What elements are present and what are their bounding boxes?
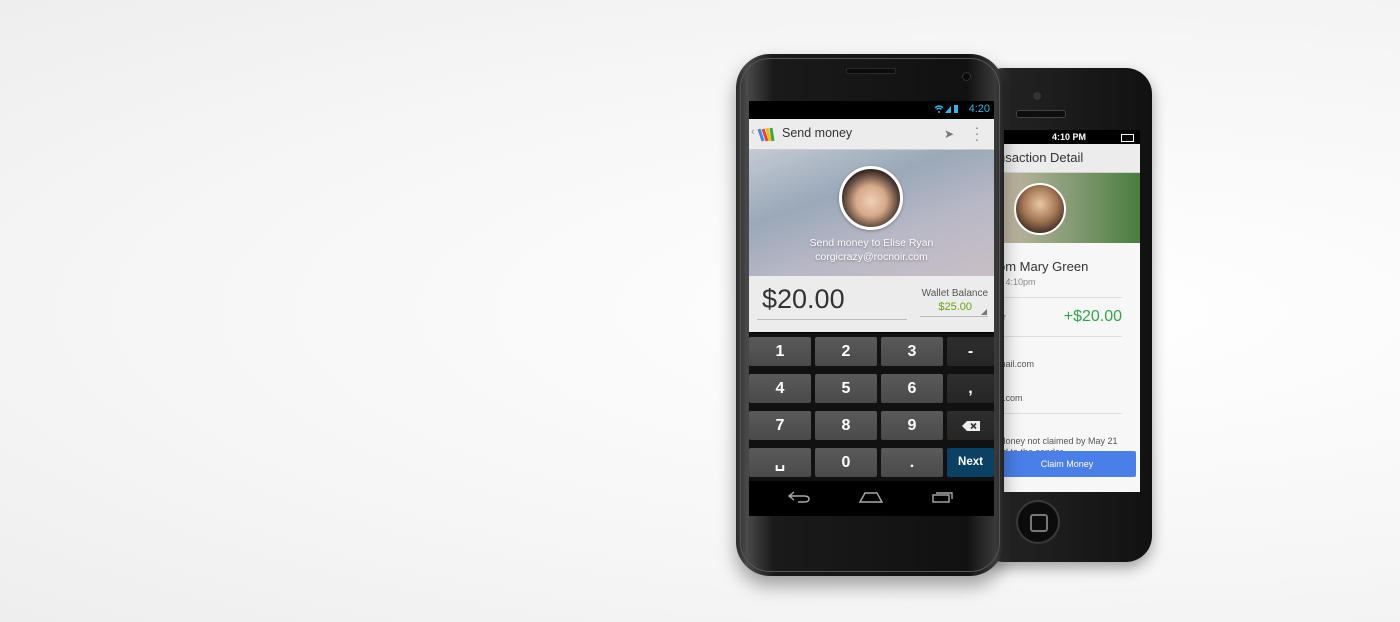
key-1[interactable]: 1 [749,337,811,366]
wallet-logo-icon [757,127,775,142]
nexus-device: 4:20 ‹ Send money ➤ · · · Send money to El… [736,54,1004,576]
home-button[interactable] [1016,500,1060,544]
backspace-icon [961,421,980,431]
key-9[interactable]: 9 [881,411,943,440]
amount-input[interactable]: $20.00 [762,284,845,315]
page-title: nsaction Detail [998,144,1140,173]
status-time: 4:20 [968,103,990,115]
avatar [839,166,903,230]
key-4[interactable]: 4 [749,374,811,403]
next-button[interactable]: Next [947,448,994,477]
back-icon[interactable] [779,490,819,507]
iphone-device: 4:10 PM nsaction Detail om Mary Green 3 … [978,68,1152,562]
action-bar: ‹ Send money ➤ · · · [749,119,994,150]
action-title: Send money [782,126,853,140]
dropdown-triangle-icon[interactable] [981,309,987,315]
status-bar: 4:20 [749,101,994,119]
front-camera [962,72,971,81]
transaction-time: 3 4:10pm [998,277,1036,287]
home-icon[interactable] [851,490,891,507]
send-icon[interactable]: ➤ [944,127,954,141]
key-minus[interactable]: - [947,337,994,366]
numeric-keypad: 1 2 3 - 4 5 6 , 7 8 9 ␣ 0 . Next [749,333,994,481]
claim-money-button[interactable]: Claim Money [998,451,1136,477]
key-space[interactable]: ␣ [749,448,811,477]
key-6[interactable]: 6 [881,374,943,403]
wallet-underline [920,316,988,317]
key-comma[interactable]: , [947,374,994,403]
sender-header [998,173,1140,243]
recipient-name: Send money to Elise Ryan [809,237,934,249]
key-8[interactable]: 8 [815,411,877,440]
amount-underline [757,319,907,320]
sender-name: om Mary Green [998,259,1089,274]
key-2[interactable]: 2 [815,337,877,366]
key-3[interactable]: 3 [881,337,943,366]
wallet-balance-value[interactable]: $25.00 [938,301,972,313]
amount-section: $20.00 Wallet Balance $25.00 [749,276,994,332]
up-chevron-icon[interactable]: ‹ [751,126,755,138]
status-time: 4:10 PM [1051,132,1086,142]
backspace-key[interactable] [947,411,994,440]
overflow-menu-icon[interactable]: · · · [974,120,980,146]
sender-email: mail.com [998,359,1035,369]
claim-note-line: Money not claimed by May 21 [998,436,1118,446]
key-7[interactable]: 7 [749,411,811,440]
front-camera [1033,92,1041,100]
status-bar: 4:10 PM [998,130,1140,144]
android-screen: 4:20 ‹ Send money ➤ · · · Send money to El… [749,101,994,516]
avatar [1014,183,1066,235]
key-0[interactable]: 0 [815,448,877,477]
earpiece-speaker [1016,110,1066,118]
iphone-screen: 4:10 PM nsaction Detail om Mary Green 3 … [998,130,1140,492]
amount-row: er +$20.00 [998,297,1122,337]
signal-battery-icon [934,104,960,117]
recipient-email: corgicrazy@rocnoir.com [815,251,928,263]
wallet-balance-label: Wallet Balance [921,288,988,299]
earpiece-speaker [846,68,896,74]
recipient-header: Send money to Elise Ryan corgicrazy@rocn… [749,150,994,276]
recent-apps-icon[interactable] [923,490,963,507]
key-5[interactable]: 5 [815,374,877,403]
nav-bar [749,481,994,516]
battery-icon [1121,134,1134,142]
key-dot[interactable]: . [881,448,943,477]
recipient-email: e.com [998,393,1023,403]
transaction-amount: +$20.00 [1063,308,1122,325]
